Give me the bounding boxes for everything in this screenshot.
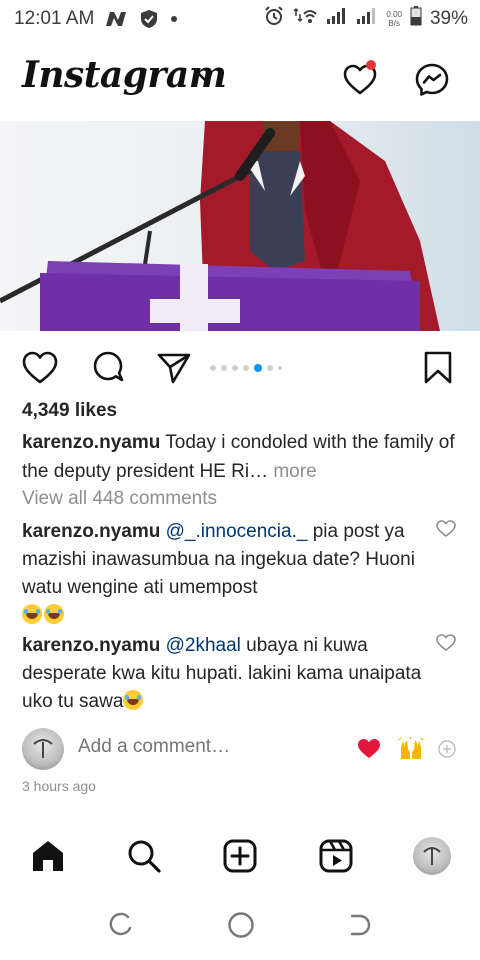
- profile-avatar: [413, 837, 451, 875]
- carousel-dot: [210, 365, 216, 371]
- tears-of-joy-emoji: [44, 604, 64, 624]
- home-icon: [33, 841, 63, 871]
- system-navigation: [0, 900, 480, 950]
- comment-item: karenzo.nyamu @_.innocencia._ pia post y…: [22, 518, 422, 630]
- n-app-icon: [104, 10, 128, 28]
- carousel-indicator: [210, 364, 282, 372]
- carousel-dot: [232, 365, 238, 371]
- post-timestamp: 3 hours ago: [22, 778, 96, 794]
- quick-reaction-heart[interactable]: [356, 736, 382, 762]
- heart-icon: [436, 520, 456, 537]
- post-image[interactable]: [0, 121, 480, 331]
- recents-icon: [109, 912, 132, 936]
- comment-mention[interactable]: @_.innocencia._: [166, 521, 308, 542]
- share-icon: [157, 353, 191, 384]
- recent-apps-button[interactable]: [106, 910, 136, 940]
- signal-icon: [326, 7, 348, 31]
- home-button[interactable]: [226, 910, 256, 940]
- like-button[interactable]: [20, 348, 60, 388]
- add-comment-row: [0, 726, 480, 770]
- comment-username[interactable]: karenzo.nyamu: [22, 635, 160, 656]
- like-icon: [22, 351, 58, 384]
- add-comment-input[interactable]: [78, 736, 328, 758]
- caption-username[interactable]: karenzo.nyamu: [22, 432, 160, 453]
- carousel-dot: [243, 365, 249, 371]
- comment-button[interactable]: [88, 348, 128, 388]
- avatar[interactable]: [22, 728, 64, 770]
- battery-percent: 39%: [429, 8, 468, 29]
- nav-reels[interactable]: [314, 834, 358, 878]
- comment-like-button[interactable]: [436, 634, 458, 656]
- save-button[interactable]: [418, 348, 458, 388]
- search-icon: [128, 840, 161, 873]
- create-icon: [223, 839, 257, 873]
- net-speed-value: 0.00: [386, 10, 402, 19]
- nav-profile[interactable]: [410, 834, 454, 878]
- save-icon: [424, 351, 452, 384]
- carousel-dot: [254, 364, 262, 372]
- battery-icon: [410, 6, 422, 32]
- likes-count[interactable]: 4,349 likes: [22, 400, 117, 422]
- status-time: 12:01 AM: [14, 8, 95, 29]
- shield-icon: [140, 9, 158, 29]
- wifi-icon: [292, 6, 318, 32]
- post-photo: [0, 121, 480, 331]
- notification-dot-icon: [170, 15, 178, 23]
- signal-icon-2: [356, 7, 378, 31]
- nav-home[interactable]: [26, 834, 70, 878]
- net-speed-unit: B/s: [388, 19, 400, 28]
- messenger-button[interactable]: [412, 60, 452, 100]
- comment-mention[interactable]: @2khaal: [166, 635, 241, 656]
- comment-icon: [93, 351, 124, 382]
- carousel-dot: [221, 365, 227, 371]
- home-circle-icon: [228, 912, 254, 938]
- back-button[interactable]: [344, 910, 374, 940]
- quick-reaction-hands[interactable]: [398, 736, 424, 762]
- post-actions: [0, 344, 480, 390]
- share-button[interactable]: [154, 348, 194, 388]
- reels-icon: [319, 839, 353, 873]
- add-reaction-icon: [438, 740, 456, 758]
- status-bar: 12:01 AM 0.00 B/s 39%: [0, 0, 480, 38]
- tears-of-joy-emoji: [22, 604, 42, 624]
- messenger-icon: [415, 63, 449, 96]
- nav-search[interactable]: [122, 834, 166, 878]
- red-heart-emoji-icon: [358, 739, 380, 758]
- post-caption: karenzo.nyamu Today i condoled with the …: [22, 428, 462, 486]
- net-speed: 0.00 B/s: [386, 10, 402, 28]
- tears-of-joy-emoji: [123, 690, 144, 710]
- app-header: Instagram: [0, 48, 480, 114]
- comment-like-button[interactable]: [436, 520, 458, 542]
- raised-hands-emoji-icon: [398, 737, 424, 759]
- heart-icon: [436, 634, 456, 651]
- back-icon: [350, 914, 371, 936]
- carousel-dot: [278, 366, 282, 370]
- notification-dot: [366, 60, 376, 70]
- chevron-down-icon[interactable]: [196, 70, 214, 88]
- add-reaction-button[interactable]: [434, 736, 460, 762]
- bottom-navigation: [0, 826, 480, 886]
- view-all-comments-link[interactable]: View all 448 comments: [22, 488, 217, 510]
- comment-username[interactable]: karenzo.nyamu: [22, 521, 160, 542]
- caption-more-link[interactable]: more: [268, 461, 316, 482]
- nav-create[interactable]: [218, 834, 262, 878]
- alarm-icon: [264, 6, 284, 32]
- carousel-dot: [267, 365, 273, 371]
- comment-item: karenzo.nyamu @2khaal ubaya ni kuwa desp…: [22, 632, 422, 716]
